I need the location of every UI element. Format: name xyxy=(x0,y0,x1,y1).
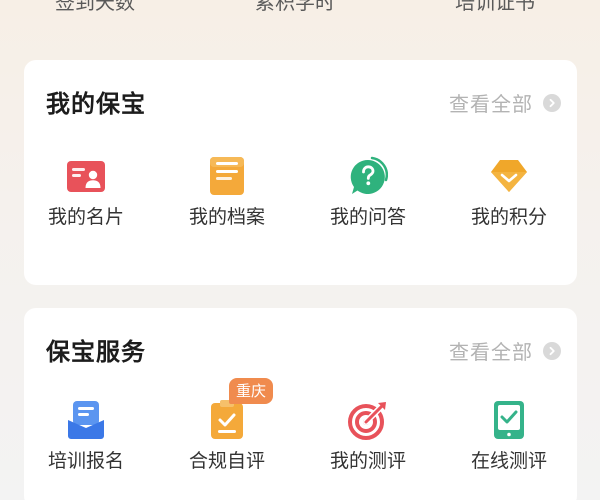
item-label: 我的积分 xyxy=(470,206,547,228)
item-label: 培训报名 xyxy=(47,450,124,472)
stats-row: 签到天数 累积学时 培训证书 xyxy=(0,0,600,16)
compliance-check-icon xyxy=(207,400,247,440)
points-gem-icon xyxy=(489,156,529,196)
item-my-archive[interactable]: 我的档案 xyxy=(177,156,277,236)
target-arrow-icon xyxy=(348,400,388,440)
item-label: 合规自评 xyxy=(188,450,265,472)
view-all-button[interactable]: 查看全部 xyxy=(449,88,561,117)
view-all-label: 查看全部 xyxy=(449,92,533,116)
item-my-qa[interactable]: 我的问答 xyxy=(318,156,418,236)
baobao-services-items: 培训报名 重庆 合规自评 我的测评 在线测评 xyxy=(24,378,577,480)
item-my-points[interactable]: 我的积分 xyxy=(459,156,559,236)
my-baobao-items: 我的名片 我的档案 我的问答 我的积分 xyxy=(24,156,577,236)
item-my-assessment[interactable]: 我的测评 xyxy=(318,400,418,480)
question-bubble-icon xyxy=(348,156,388,196)
stat-checkin-days[interactable]: 签到天数 xyxy=(55,0,135,15)
business-card-icon xyxy=(66,156,106,196)
training-signup-icon xyxy=(66,400,106,440)
item-label: 我的测评 xyxy=(329,450,406,472)
archive-icon xyxy=(207,156,247,196)
item-label: 我的名片 xyxy=(47,206,124,228)
chevron-right-icon xyxy=(543,93,561,112)
item-training-signup[interactable]: 培训报名 xyxy=(36,400,136,480)
item-my-card[interactable]: 我的名片 xyxy=(36,156,136,236)
tablet-check-icon xyxy=(489,400,529,440)
baobao-services-card: 保宝服务 查看全部 培训报名 重庆 合规自评 我的测评 在线测评 xyxy=(24,308,577,500)
view-all-label: 查看全部 xyxy=(449,340,533,364)
item-compliance-self-eval[interactable]: 重庆 合规自评 xyxy=(177,378,277,480)
item-label: 在线测评 xyxy=(470,450,547,472)
stat-study-hours[interactable]: 累积学时 xyxy=(255,0,335,15)
view-all-button[interactable]: 查看全部 xyxy=(449,336,561,365)
chevron-right-icon xyxy=(543,341,561,360)
item-label: 我的问答 xyxy=(329,206,406,228)
my-baobao-card: 我的保宝 查看全部 我的名片 我的档案 我的问答 我的积分 xyxy=(24,60,577,285)
stat-certificates[interactable]: 培训证书 xyxy=(455,0,535,15)
region-badge: 重庆 xyxy=(229,378,274,404)
section-title: 我的保宝 xyxy=(46,90,146,118)
item-online-assessment[interactable]: 在线测评 xyxy=(459,400,559,480)
item-label: 我的档案 xyxy=(188,206,265,228)
section-title: 保宝服务 xyxy=(46,338,146,366)
